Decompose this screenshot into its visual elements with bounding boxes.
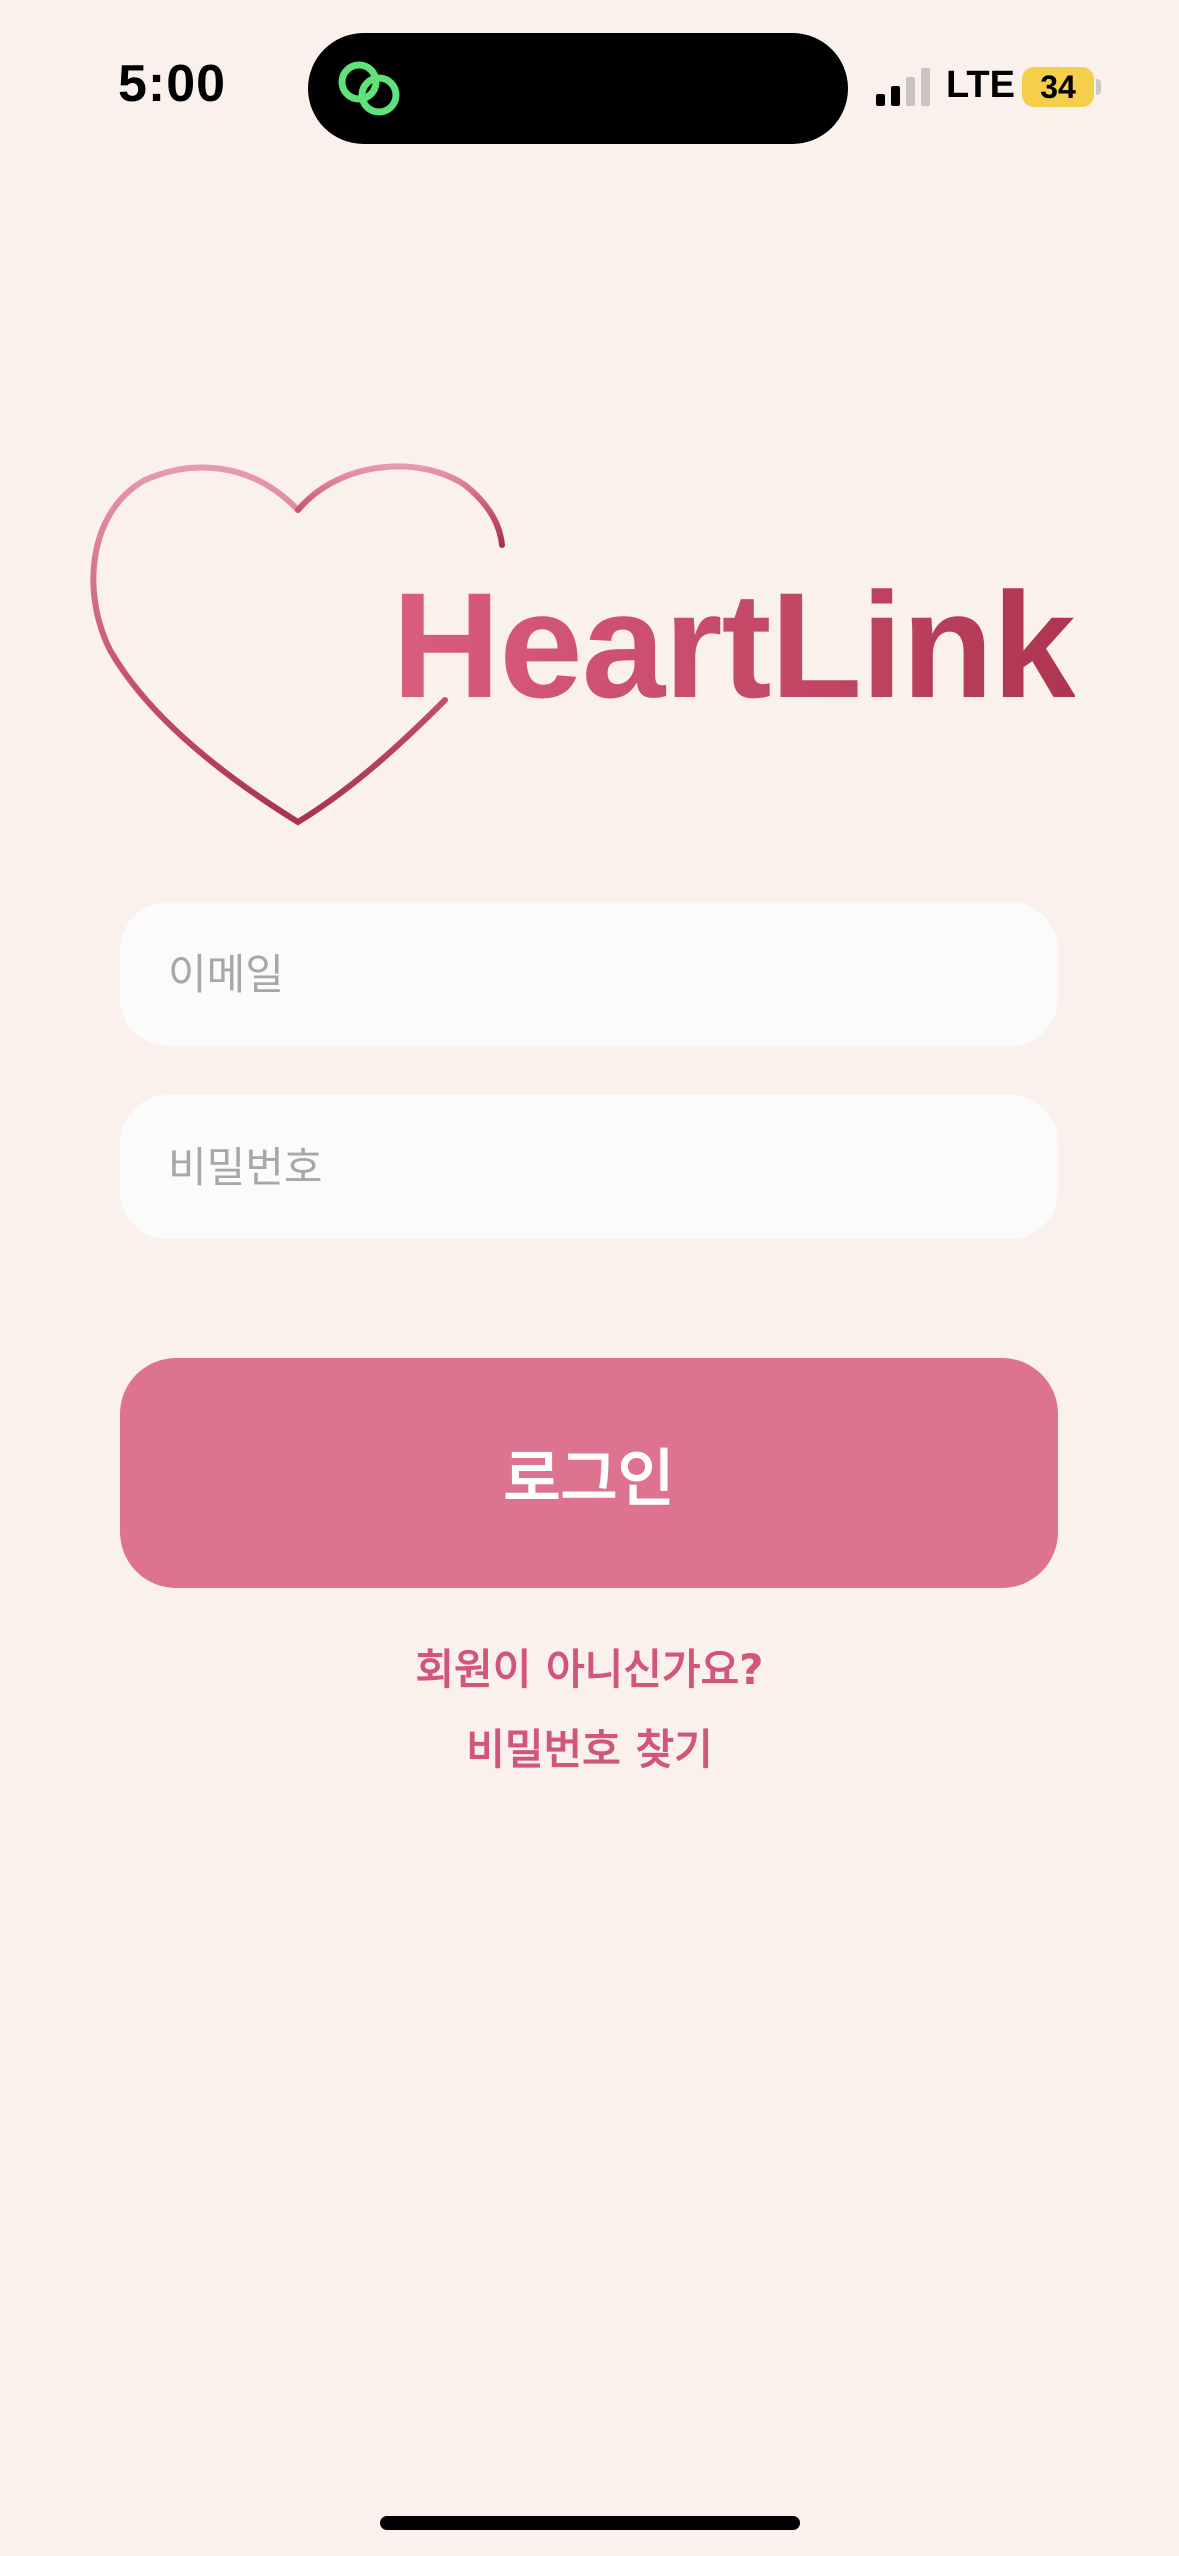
email-field[interactable] [120,902,1058,1046]
cellular-signal-icon [876,68,930,106]
network-label: LTE [946,64,1015,106]
battery-tip [1096,79,1101,95]
link-rings-icon [338,61,400,116]
status-time: 5:00 [118,55,227,113]
home-indicator[interactable] [380,2516,800,2530]
signup-link[interactable]: 회원이 아니신가요? [0,1636,1179,1697]
find-password-link[interactable]: 비밀번호 찾기 [0,1716,1179,1777]
password-field[interactable] [120,1095,1058,1239]
app-logo-text: HeartLink [392,561,1076,729]
battery-indicator: 34 [1022,67,1094,107]
login-button[interactable]: 로그인 [120,1358,1058,1588]
dynamic-island[interactable] [308,33,848,144]
